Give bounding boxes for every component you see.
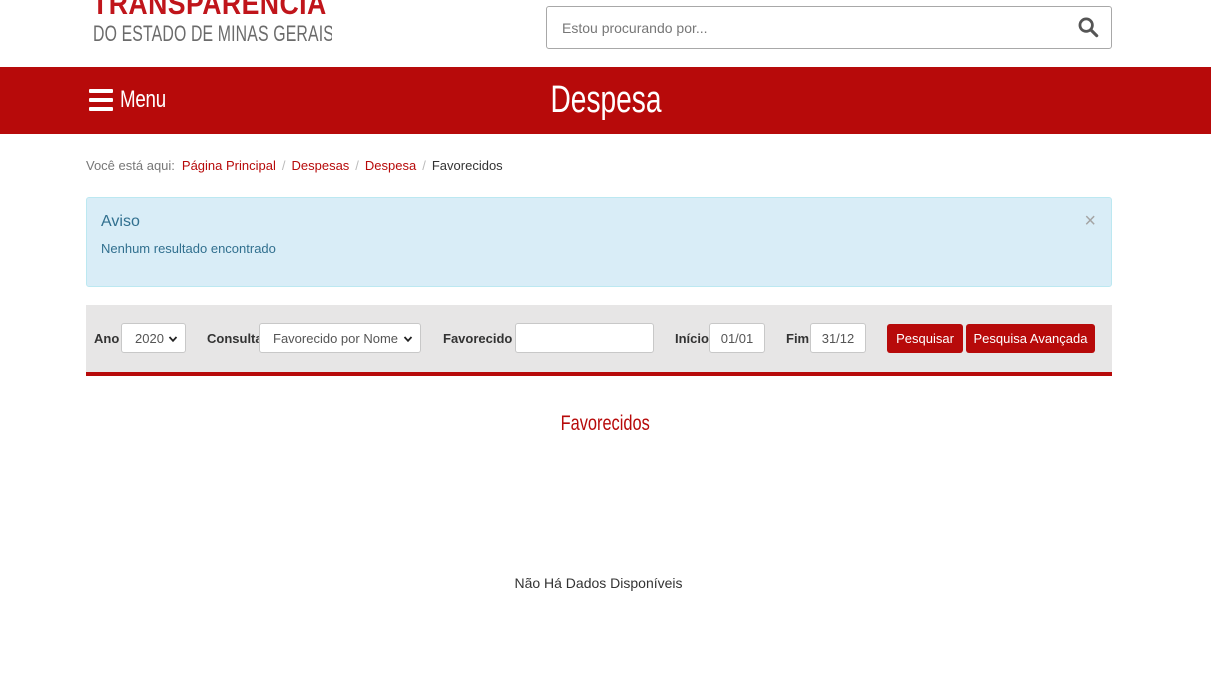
empty-state-message: Não Há Dados Disponíveis	[514, 575, 683, 591]
search-icon	[1078, 17, 1099, 38]
breadcrumb-link-despesas[interactable]: Despesas	[291, 158, 349, 173]
ano-select[interactable]: 2020	[121, 323, 186, 353]
results-title: Favorecidos	[0, 410, 1211, 438]
favorecido-label: Favorecido*	[443, 331, 520, 346]
breadcrumb-lead: Você está aqui:	[86, 158, 175, 173]
ano-label: Ano	[94, 331, 120, 346]
consulta-select[interactable]: Favorecido por Nome	[259, 323, 421, 353]
title-bar: Menu Despesa	[0, 67, 1211, 134]
breadcrumb-current: Favorecidos	[431, 158, 503, 173]
alert-message: Nenhum resultado encontrado	[101, 241, 276, 256]
breadcrumb-link-home[interactable]: Página Principal	[182, 158, 276, 173]
site-logo[interactable]: TRANSPARÊNCIA DO ESTADO DE MINAS GERAIS	[92, 0, 332, 48]
chevron-down-icon	[168, 336, 178, 343]
fim-label: Fim	[786, 331, 810, 346]
filter-bar: Ano 2020 Consulta Favorecido por Nome Fa…	[86, 305, 1112, 376]
favorecido-input[interactable]	[515, 323, 654, 353]
inicio-input[interactable]: 01/01	[709, 323, 765, 353]
fim-input[interactable]: 31/12	[810, 323, 866, 353]
breadcrumb-link-despesa[interactable]: Despesa	[365, 158, 416, 173]
alert-title: Aviso	[101, 213, 140, 230]
breadcrumb-separator: /	[281, 158, 286, 173]
consulta-label: Consulta	[207, 331, 263, 346]
breadcrumb-separator: /	[355, 158, 359, 173]
page-title-text: Despesa	[549, 79, 661, 121]
ano-select-value: 2020	[135, 330, 164, 346]
page-title: Despesa	[0, 79, 1211, 121]
logo-main-text: TRANSPARÊNCIA	[92, 0, 327, 21]
favorecido-label-text: Favorecido	[443, 331, 513, 346]
info-alert: Aviso Nenhum resultado encontrado ×	[86, 197, 1112, 287]
search-submit-button[interactable]: Pesquisar	[887, 324, 963, 353]
search-input[interactable]	[547, 7, 1067, 48]
site-header: TRANSPARÊNCIA DO ESTADO DE MINAS GERAIS	[0, 0, 1211, 67]
search-button[interactable]	[1077, 16, 1101, 40]
breadcrumb-separator: /	[422, 158, 426, 173]
inicio-label: Início	[675, 331, 709, 346]
advanced-search-button[interactable]: Pesquisa Avançada	[966, 324, 1095, 353]
close-icon[interactable]: ×	[1084, 211, 1096, 231]
results-title-text: Favorecidos	[560, 412, 651, 435]
consulta-select-value: Favorecido por Nome	[273, 330, 398, 346]
chevron-down-icon	[403, 336, 413, 343]
breadcrumb: Você está aqui: Página Principal / Despe…	[86, 158, 503, 173]
logo-sub-text: DO ESTADO DE MINAS GERAIS	[93, 21, 332, 46]
search-box	[546, 6, 1112, 49]
